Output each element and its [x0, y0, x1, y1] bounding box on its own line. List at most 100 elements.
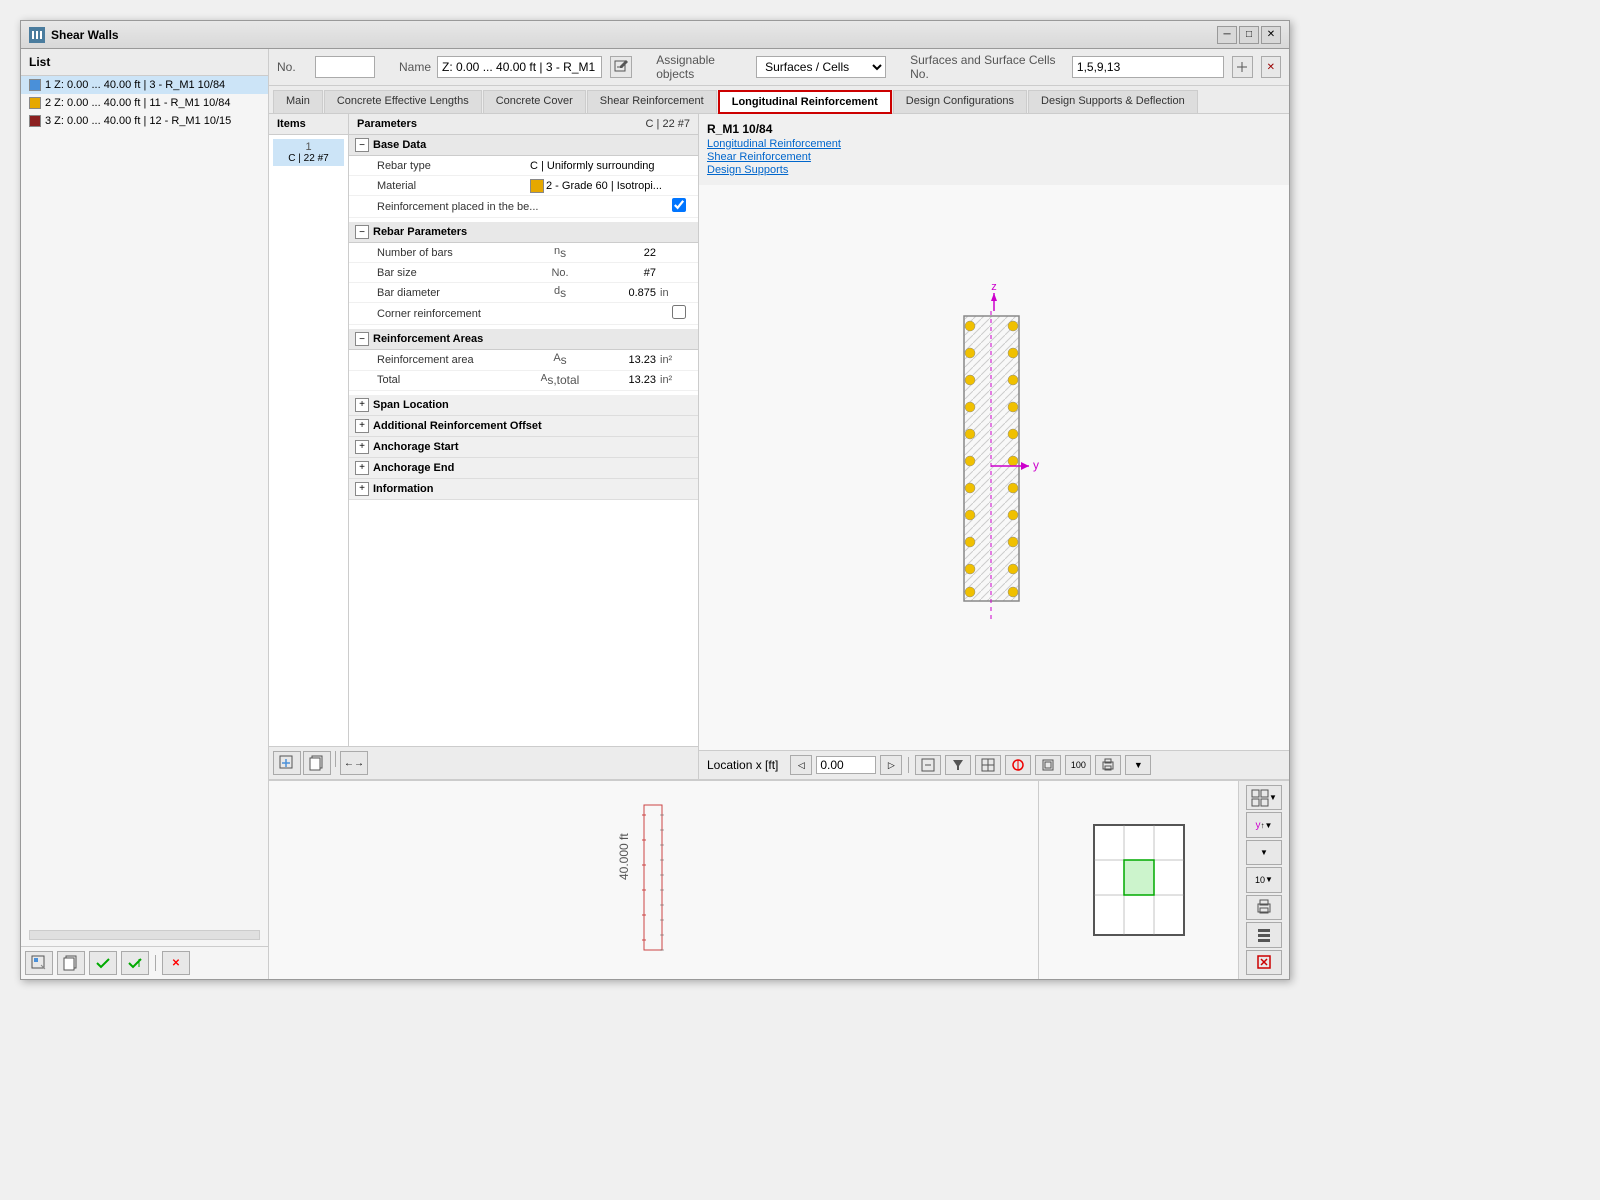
surfaces-edit-button[interactable] [1232, 56, 1252, 78]
svg-text:40.000 ft: 40.000 ft [617, 833, 631, 880]
tab-concrete-cover[interactable]: Concrete Cover [483, 90, 586, 113]
base-data-title: Base Data [373, 139, 426, 151]
bt-y-button[interactable]: y ↑▼ [1246, 812, 1282, 837]
location-prev-button[interactable]: ◁ [790, 755, 812, 775]
loc-toolbar-view2[interactable] [1005, 755, 1031, 775]
left-toolbar-new[interactable] [273, 751, 301, 775]
location-label: Location x [ft] [707, 758, 778, 772]
top-bar: No. Name Assignable objects Surfaces / C… [269, 49, 1289, 86]
small-wall-diagram: 40.000 ft [614, 800, 694, 960]
sidebar-check2-button[interactable] [121, 951, 149, 975]
reinforcement-areas-section[interactable]: − Reinforcement Areas [349, 329, 698, 350]
left-panel: Items Parameters C | 22 #7 1 C | 22 #7 [269, 114, 699, 779]
rebar-params-section[interactable]: − Rebar Parameters [349, 222, 698, 243]
bt-zoom-button[interactable]: ▼ [1246, 840, 1282, 865]
params-header: Items Parameters C | 22 #7 [269, 114, 698, 135]
toolbar-separator [155, 955, 156, 971]
bt-print-button[interactable] [1246, 895, 1282, 920]
sidebar-scrollbar[interactable] [29, 930, 260, 940]
tab-shear-reinforcement[interactable]: Shear Reinforcement [587, 90, 717, 113]
information-section[interactable]: + Information [349, 479, 698, 500]
span-location-toggle[interactable]: + [355, 398, 369, 412]
bar-diameter-unit: in [660, 287, 690, 299]
right-link-design[interactable]: Design Supports [707, 164, 1281, 176]
bt-view-button[interactable]: ▼ [1246, 785, 1282, 810]
anchorage-start-title: Anchorage Start [373, 441, 459, 453]
sidebar-check-button[interactable] [89, 951, 117, 975]
name-edit-button[interactable] [610, 56, 632, 78]
bt-close-button[interactable] [1246, 950, 1282, 975]
right-link-longitudinal[interactable]: Longitudinal Reinforcement [707, 138, 1281, 150]
title-bar: Shear Walls ─ □ ✕ [21, 21, 1289, 49]
anchorage-end-section[interactable]: + Anchorage End [349, 458, 698, 479]
loc-toolbar-filter[interactable] [945, 755, 971, 775]
reinforcement-placed-value [610, 198, 690, 215]
reinforcement-areas-title: Reinforcement Areas [373, 333, 483, 345]
additional-reinforcement-section[interactable]: + Additional Reinforcement Offset [349, 416, 698, 437]
item-row-1[interactable]: 1 C | 22 #7 [273, 139, 344, 166]
tab-main[interactable]: Main [273, 90, 323, 113]
sidebar-delete-button[interactable]: ✕ [162, 951, 190, 975]
bt-number-button[interactable]: 10 ▼ [1246, 867, 1282, 892]
reinforcement-placed-label: Reinforcement placed in the be... [377, 201, 570, 213]
app-icon [29, 27, 45, 43]
right-link-shear[interactable]: Shear Reinforcement [707, 151, 1281, 163]
sidebar-new-button[interactable] [25, 951, 53, 975]
loc-toolbar-100[interactable]: 100 [1065, 755, 1091, 775]
no-input[interactable] [315, 56, 375, 78]
reinforcement-placed-row: Reinforcement placed in the be... [349, 196, 698, 218]
sidebar-item-1[interactable]: 1 Z: 0.00 ... 40.00 ft | 3 - R_M1 10/84 [21, 76, 268, 94]
surfaces-input[interactable] [1072, 56, 1224, 78]
additional-reinforcement-toggle[interactable]: + [355, 419, 369, 433]
minimize-button[interactable]: ─ [1217, 26, 1237, 44]
number-bars-label: Number of bars [377, 247, 540, 259]
sidebar-item-3[interactable]: 3 Z: 0.00 ... 40.00 ft | 12 - R_M1 10/15 [21, 112, 268, 130]
location-next-button[interactable]: ▷ [880, 755, 902, 775]
sidebar-scrollbar-area [21, 924, 268, 946]
rebar-params-title: Rebar Parameters [373, 226, 467, 238]
information-toggle[interactable]: + [355, 482, 369, 496]
bar-size-value: #7 [580, 267, 660, 279]
maximize-button[interactable]: □ [1239, 26, 1259, 44]
tab-design-supports-deflection[interactable]: Design Supports & Deflection [1028, 90, 1198, 113]
anchorage-start-toggle[interactable]: + [355, 440, 369, 454]
sidebar-item-2[interactable]: 2 Z: 0.00 ... 40.00 ft | 11 - R_M1 10/84 [21, 94, 268, 112]
loc-toolbar-more[interactable]: ▼ [1125, 755, 1151, 775]
left-toolbar-copy[interactable] [303, 751, 331, 775]
right-top: R_M1 10/84 Longitudinal Reinforcement Sh… [699, 114, 1289, 185]
loc-toolbar-1[interactable] [915, 755, 941, 775]
tab-longitudinal-reinforcement[interactable]: Longitudinal Reinforcement [718, 90, 892, 114]
bar-size-row: Bar size No. #7 [349, 263, 698, 283]
surfaces-close-button[interactable]: ✕ [1261, 56, 1281, 78]
tab-concrete-effective-lengths[interactable]: Concrete Effective Lengths [324, 90, 482, 113]
location-input[interactable] [816, 756, 876, 774]
window-controls: ─ □ ✕ [1217, 26, 1281, 44]
bt-settings-button[interactable] [1246, 922, 1282, 947]
base-data-toggle[interactable]: − [355, 138, 369, 152]
reinforcement-areas-toggle[interactable]: − [355, 332, 369, 346]
sidebar-list: 1 Z: 0.00 ... 40.00 ft | 3 - R_M1 10/84 … [21, 76, 268, 924]
tab-design-configurations[interactable]: Design Configurations [893, 90, 1027, 113]
additional-reinforcement-title: Additional Reinforcement Offset [373, 420, 542, 432]
span-location-section[interactable]: + Span Location [349, 395, 698, 416]
window-title: Shear Walls [51, 28, 1217, 42]
left-toolbar-arrow[interactable]: ←→ [340, 751, 368, 775]
loc-toolbar-print[interactable] [1095, 755, 1121, 775]
name-label: Name [399, 60, 429, 74]
right-panel-title: R_M1 10/84 [707, 122, 1281, 136]
corner-reinforcement-label: Corner reinforcement [377, 308, 570, 320]
assignable-select[interactable]: Surfaces / Cells [756, 56, 886, 78]
name-input[interactable] [437, 56, 602, 78]
rebar-params-toggle[interactable]: − [355, 225, 369, 239]
reinforcement-placed-checkbox[interactable] [672, 198, 686, 212]
sidebar-item-text-1: 1 Z: 0.00 ... 40.00 ft | 3 - R_M1 10/84 [45, 79, 225, 91]
loc-toolbar-view1[interactable] [975, 755, 1001, 775]
anchorage-start-section[interactable]: + Anchorage Start [349, 437, 698, 458]
base-data-section[interactable]: − Base Data [349, 135, 698, 156]
sidebar-copy-button[interactable] [57, 951, 85, 975]
loc-toolbar-view3[interactable] [1035, 755, 1061, 775]
anchorage-end-toggle[interactable]: + [355, 461, 369, 475]
corner-reinforcement-checkbox[interactable] [672, 305, 686, 319]
corner-reinforcement-row: Corner reinforcement [349, 303, 698, 325]
close-button[interactable]: ✕ [1261, 26, 1281, 44]
